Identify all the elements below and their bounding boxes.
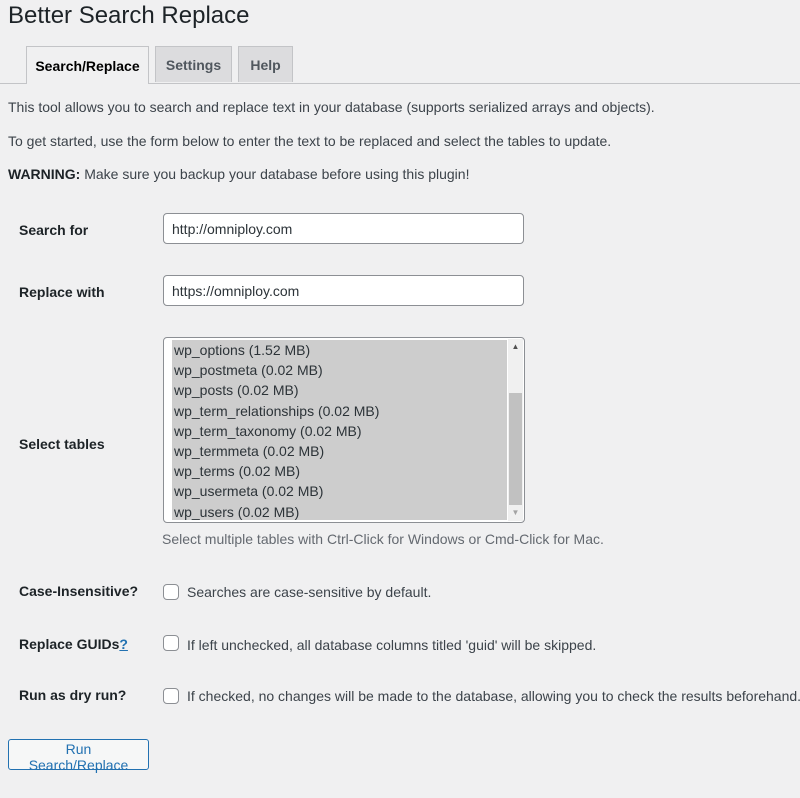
replace-with-label: Replace with [19, 284, 105, 300]
search-for-label: Search for [19, 222, 89, 238]
dry-run-description: If checked, no changes will be made to t… [187, 688, 800, 704]
table-option[interactable]: wp_term_taxonomy (0.02 MB) [172, 421, 507, 441]
table-option[interactable]: wp_usermeta (0.02 MB) [172, 481, 507, 501]
table-option[interactable]: wp_terms (0.02 MB) [172, 461, 507, 481]
tables-scrollbar[interactable]: ▲ ▼ [508, 339, 523, 521]
table-option[interactable]: wp_term_relationships (0.02 MB) [172, 401, 507, 421]
search-for-input[interactable] [163, 213, 524, 244]
page-title: Better Search Replace [8, 2, 250, 29]
table-option[interactable]: wp_users (0.02 MB) [172, 502, 507, 522]
dry-run-checkbox[interactable] [163, 688, 179, 704]
warning-label: WARNING: [8, 166, 81, 182]
table-option[interactable]: wp_options (1.52 MB) [172, 340, 507, 360]
tab-search-replace[interactable]: Search/Replace [26, 46, 149, 84]
replace-with-input[interactable] [163, 275, 524, 306]
tables-select[interactable]: wp_options (1.52 MB) wp_postmeta (0.02 M… [163, 337, 525, 523]
scroll-up-arrow-icon[interactable]: ▲ [508, 339, 523, 355]
run-search-replace-button[interactable]: Run Search/Replace [8, 739, 149, 773]
dry-run-label: Run as dry run? [19, 687, 127, 703]
tables-hint: Select multiple tables with Ctrl-Click f… [162, 531, 604, 547]
tab-settings[interactable]: Settings [155, 46, 232, 82]
case-insensitive-label: Case-Insensitive? [19, 583, 139, 599]
intro-instructions: To get started, use the form below to en… [8, 133, 612, 149]
replace-guids-description: If left unchecked, all database columns … [187, 637, 597, 653]
intro-description: This tool allows you to search and repla… [8, 99, 655, 115]
scroll-thumb[interactable] [509, 393, 522, 505]
warning-text: Make sure you backup your database befor… [80, 166, 470, 182]
case-insensitive-checkbox[interactable] [163, 584, 179, 600]
tab-help[interactable]: Help [238, 46, 293, 82]
tab-bar: Search/Replace Settings Help [0, 46, 800, 84]
table-option[interactable]: wp_posts (0.02 MB) [172, 380, 507, 400]
case-insensitive-description: Searches are case-sensitive by default. [187, 584, 432, 600]
replace-guids-text: Replace GUIDs [19, 636, 120, 652]
table-option[interactable]: wp_postmeta (0.02 MB) [172, 360, 507, 380]
replace-guids-checkbox[interactable] [163, 635, 179, 651]
select-tables-label: Select tables [19, 436, 105, 452]
guid-help-link[interactable]: ? [119, 636, 128, 652]
scroll-down-arrow-icon[interactable]: ▼ [508, 505, 523, 521]
tables-list: wp_options (1.52 MB) wp_postmeta (0.02 M… [172, 340, 507, 520]
backup-warning: WARNING: Make sure you backup your datab… [8, 166, 469, 182]
table-option[interactable]: wp_termmeta (0.02 MB) [172, 441, 507, 461]
replace-guids-label: Replace GUIDs? [19, 636, 128, 652]
